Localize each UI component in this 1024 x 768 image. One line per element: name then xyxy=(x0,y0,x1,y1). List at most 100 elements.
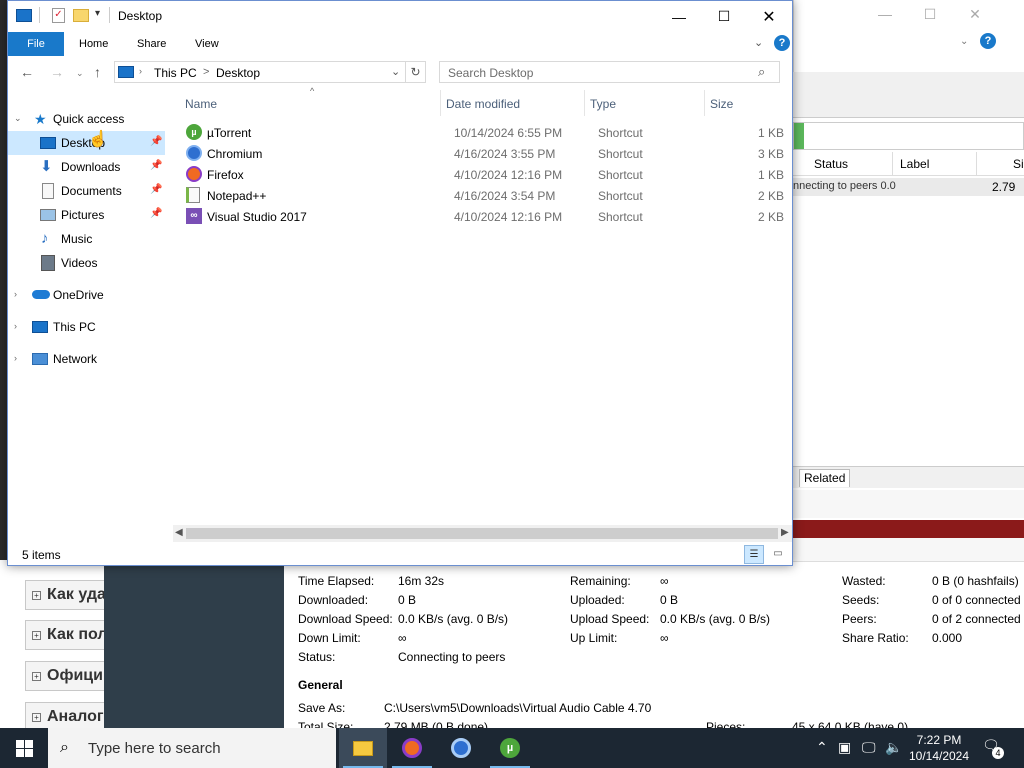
start-button[interactable] xyxy=(0,728,48,768)
address-dropdown-icon[interactable]: ⌄ xyxy=(391,65,400,78)
expand-icon[interactable]: › xyxy=(14,353,17,363)
nav-item-documents[interactable]: Documents 📌 xyxy=(8,179,168,203)
expand-icon[interactable]: › xyxy=(14,289,17,299)
taskbar-utorrent[interactable]: µ xyxy=(486,728,534,768)
time-elapsed-value: 16m 32s xyxy=(398,574,445,588)
torrent-row[interactable]: nnecting to peers 0.0 2.79 M xyxy=(793,178,1024,208)
column-label[interactable]: Label xyxy=(900,157,929,171)
collapse-icon[interactable]: ⌄ xyxy=(14,113,22,124)
status-label: Status: xyxy=(298,650,336,664)
details-view-icon[interactable]: ☰ xyxy=(744,545,764,564)
file-row[interactable]: Firefox 4/10/2024 12:16 PM Shortcut 1 KB xyxy=(173,164,792,185)
horizontal-scrollbar[interactable]: ◀ ▶ xyxy=(173,525,792,542)
column-name[interactable]: Name xyxy=(185,97,217,111)
background-window: — ☐ ✕ ⌄ ? xyxy=(793,0,1024,72)
onedrive-icon xyxy=(32,290,50,299)
scrollbar-thumb[interactable] xyxy=(186,528,778,539)
maximize-icon[interactable]: ☐ xyxy=(915,6,945,23)
quick-access-toolbar-chevron-icon[interactable]: ▾ xyxy=(95,8,100,19)
properties-icon[interactable]: ✓ xyxy=(52,8,65,23)
file-row[interactable]: ∞ Visual Studio 2017 4/10/2024 12:16 PM … xyxy=(173,206,792,227)
clock[interactable]: 7:22 PM 10/14/2024 xyxy=(904,732,974,764)
breadcrumb-this-pc[interactable]: This PC xyxy=(154,66,197,80)
nav-item-videos[interactable]: Videos xyxy=(8,251,168,275)
large-icons-view-icon[interactable]: ▭ xyxy=(768,545,788,564)
scroll-right-icon[interactable]: ▶ xyxy=(781,527,789,538)
nav-item-downloads[interactable]: ⬇ Downloads 📌 xyxy=(8,155,168,179)
up-button[interactable]: ↑ xyxy=(94,64,101,80)
volume-muted-icon[interactable]: 🔈 xyxy=(885,739,902,756)
navigation-bar: ← → ⌄ ↑ › This PC > Desktop ⌄ ↻ Search D… xyxy=(8,56,792,90)
file-explorer-icon xyxy=(353,740,373,756)
new-folder-icon[interactable] xyxy=(73,9,89,22)
title-bar[interactable]: ✓ ▾ Desktop — ☐ ✕ xyxy=(8,1,792,32)
nav-item-this-pc[interactable]: › This PC xyxy=(8,315,168,339)
nav-item-desktop[interactable]: Desktop 📌 xyxy=(8,131,165,155)
help-icon[interactable]: ? xyxy=(980,33,996,49)
file-row[interactable]: Chromium 4/16/2024 3:55 PM Shortcut 3 KB xyxy=(173,143,792,164)
back-button[interactable]: ← xyxy=(20,64,34,80)
firefox-icon xyxy=(402,738,422,758)
tab-share[interactable]: Share xyxy=(137,38,166,50)
search-box[interactable]: Search Desktop ⌕ xyxy=(439,61,780,83)
tab-view[interactable]: View xyxy=(195,38,219,50)
utorrent-toolbar xyxy=(793,72,1024,118)
expand-icon[interactable]: › xyxy=(14,321,17,331)
nav-item-onedrive[interactable]: › OneDrive xyxy=(8,283,168,307)
security-icon[interactable]: ▣ xyxy=(838,739,851,756)
nav-item-quick-access[interactable]: ⌄ ★ Quick access xyxy=(8,107,168,131)
action-center-button[interactable]: 🗨 4 xyxy=(982,737,1004,759)
recent-locations-icon[interactable]: ⌄ xyxy=(76,68,84,79)
taskbar-file-explorer[interactable] xyxy=(339,728,387,768)
nav-item-pictures[interactable]: Pictures 📌 xyxy=(8,203,168,227)
network-icon[interactable]: 🖵 xyxy=(862,739,876,756)
search-icon[interactable]: ⌕ xyxy=(758,64,765,80)
tab-related[interactable]: Related xyxy=(799,469,851,487)
column-date-modified[interactable]: Date modified xyxy=(446,97,520,111)
documents-icon xyxy=(42,183,54,199)
chevron-down-icon[interactable]: ⌄ xyxy=(960,36,968,47)
download-speed-label: Download Speed: xyxy=(298,612,393,626)
remaining-value: ∞ xyxy=(660,574,669,588)
taskbar-search-box[interactable]: ⌕ Type here to search xyxy=(48,728,336,768)
tab-file[interactable]: File xyxy=(8,32,64,56)
close-icon[interactable]: ✕ xyxy=(960,6,990,23)
window-title: Desktop xyxy=(118,9,163,23)
upload-speed-value: 0.0 KB/s (avg. 0 B/s) xyxy=(660,612,771,626)
breadcrumb-separator[interactable]: > xyxy=(203,66,209,78)
taskbar-firefox[interactable] xyxy=(388,728,436,768)
column-size[interactable]: Si xyxy=(1013,157,1024,171)
taskbar: ⌕ Type here to search µ ⌃ ▣ 🖵 🔈 7:22 PM … xyxy=(0,728,1024,768)
nav-label: OneDrive xyxy=(53,288,104,302)
close-button[interactable]: ✕ xyxy=(746,1,792,32)
breadcrumb-desktop[interactable]: Desktop xyxy=(216,66,260,80)
help-icon[interactable]: ? xyxy=(774,35,790,51)
accordion-item[interactable]: + Как пол xyxy=(25,620,115,650)
show-hidden-icons-icon[interactable]: ⌃ xyxy=(816,739,828,756)
taskbar-chromium[interactable] xyxy=(437,728,485,768)
mouse-cursor-icon: ☝ xyxy=(88,131,108,148)
downloads-icon: ⬇ xyxy=(40,158,53,175)
accordion-item[interactable]: + Офици xyxy=(25,661,115,691)
expand-ribbon-icon[interactable]: ⌄ xyxy=(754,36,763,49)
refresh-button[interactable]: ↻ xyxy=(406,61,426,83)
file-type: Shortcut xyxy=(598,147,643,161)
file-row[interactable]: µ µTorrent 10/14/2024 6:55 PM Shortcut 1… xyxy=(173,122,792,143)
scroll-left-icon[interactable]: ◀ xyxy=(175,527,183,538)
forward-button[interactable]: → xyxy=(50,64,64,80)
maximize-button[interactable]: ☐ xyxy=(701,1,747,32)
nav-item-music[interactable]: ♪ Music xyxy=(8,227,168,251)
accordion-item[interactable]: + Как уда xyxy=(25,580,115,610)
nav-item-network[interactable]: › Network xyxy=(8,347,168,371)
minimize-icon[interactable]: — xyxy=(870,6,900,22)
chromium-icon xyxy=(451,738,471,758)
plus-icon: + xyxy=(32,712,41,722)
column-type[interactable]: Type xyxy=(590,97,616,111)
file-row[interactable]: Notepad++ 4/16/2024 3:54 PM Shortcut 2 K… xyxy=(173,185,792,206)
address-bar[interactable]: › This PC > Desktop ⌄ xyxy=(114,61,406,83)
column-status[interactable]: Status xyxy=(814,157,848,171)
seeds-value: 0 of 0 connected xyxy=(932,593,1021,607)
tab-home[interactable]: Home xyxy=(79,38,108,50)
minimize-button[interactable]: — xyxy=(656,1,702,32)
column-size[interactable]: Size xyxy=(710,97,733,111)
